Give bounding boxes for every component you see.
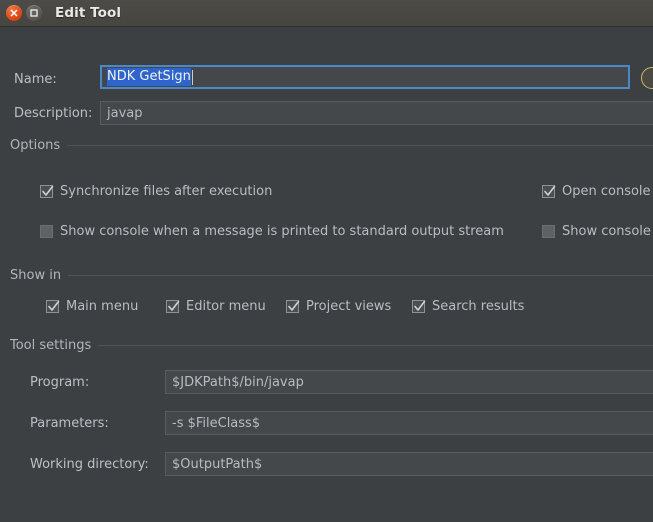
close-button[interactable]	[6, 5, 22, 21]
checkbox-open-console[interactable]: Open console	[542, 184, 653, 199]
checkbox-label: Main menu	[66, 299, 139, 314]
insert-macro-button[interactable]	[641, 67, 653, 89]
checkbox-editor-menu[interactable]: Editor menu	[166, 299, 266, 314]
checkbox-checked-icon	[542, 185, 556, 198]
checkbox-label: Show console when a message is printed t…	[60, 224, 504, 239]
parameters-input-value: -s $FileClass$	[172, 415, 261, 431]
tool-settings-group-header: Tool settings	[10, 338, 653, 353]
options-group-label: Options	[10, 138, 61, 153]
checkbox-label: Show console	[562, 224, 651, 239]
options-group-header: Options	[10, 138, 653, 153]
edit-tool-dialog: Edit Tool Name: NDK GetSign Description:…	[0, 0, 653, 522]
checkbox-checked-icon	[40, 185, 54, 198]
text-caret	[191, 69, 193, 85]
program-label: Program:	[30, 375, 90, 390]
checkbox-label: Open console	[562, 184, 651, 199]
maximize-button[interactable]	[26, 5, 42, 21]
description-label: Description:	[14, 106, 93, 121]
maximize-square-icon	[30, 9, 38, 17]
close-x-icon	[10, 9, 18, 17]
checkbox-checked-icon	[286, 300, 300, 313]
program-input[interactable]: $JDKPath$/bin/javap	[165, 370, 653, 394]
working-directory-input-value: $OutputPath$	[172, 456, 263, 472]
checkbox-checked-icon	[46, 300, 60, 313]
checkbox-checked-icon	[166, 300, 180, 313]
checkbox-label: Search results	[432, 299, 525, 314]
tool-settings-group-label: Tool settings	[10, 338, 92, 353]
checkbox-unchecked-icon	[40, 225, 53, 238]
show-in-group-separator	[68, 275, 653, 276]
checkbox-label: Synchronize files after execution	[60, 184, 273, 199]
tool-settings-group-separator	[98, 345, 653, 346]
parameters-input[interactable]: -s $FileClass$	[165, 411, 653, 435]
checkbox-label: Project views	[306, 299, 392, 314]
description-input[interactable]: javap	[100, 101, 653, 125]
checkbox-label: Editor menu	[186, 299, 266, 314]
checkbox-show-console-stderr[interactable]: Show console	[542, 224, 653, 239]
checkbox-unchecked-icon	[542, 225, 555, 238]
checkbox-project-views[interactable]: Project views	[286, 299, 391, 314]
working-directory-input[interactable]: $OutputPath$	[165, 452, 653, 476]
description-input-value: javap	[107, 105, 143, 121]
checkbox-synchronize-files[interactable]: Synchronize files after execution	[40, 184, 272, 199]
name-input-value: NDK GetSign	[107, 68, 191, 86]
options-group-separator	[67, 145, 653, 146]
parameters-label: Parameters:	[30, 416, 109, 431]
program-input-value: $JDKPath$/bin/javap	[172, 374, 304, 390]
working-directory-label: Working directory:	[30, 457, 149, 472]
show-in-group-header: Show in	[10, 268, 653, 283]
show-in-group-label: Show in	[10, 268, 62, 283]
title-bar: Edit Tool	[0, 0, 653, 27]
window-title: Edit Tool	[55, 5, 122, 21]
dialog-body: Name: NDK GetSign Description: javap Opt…	[0, 27, 653, 522]
name-label: Name:	[14, 72, 57, 87]
checkbox-search-results[interactable]: Search results	[412, 299, 524, 314]
checkbox-main-menu[interactable]: Main menu	[46, 299, 138, 314]
checkbox-show-console-stdout[interactable]: Show console when a message is printed t…	[40, 224, 504, 239]
checkbox-checked-icon	[412, 300, 426, 313]
name-input[interactable]: NDK GetSign	[100, 65, 630, 89]
